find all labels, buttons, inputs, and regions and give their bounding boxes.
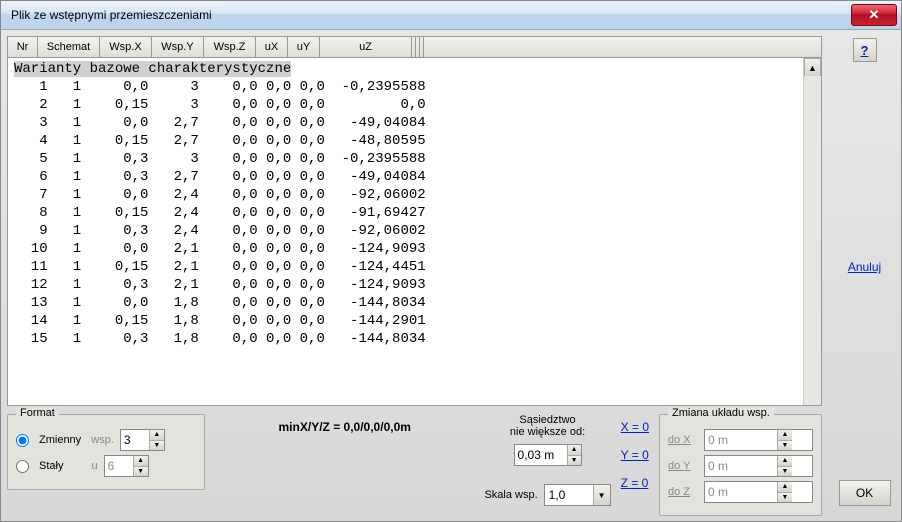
- dropdown-icon[interactable]: ▼: [593, 485, 610, 505]
- doz-input[interactable]: [705, 482, 777, 502]
- dox-label: do X: [668, 434, 698, 446]
- sasiedztwo-l2: nie większe od:: [510, 426, 585, 438]
- u-input[interactable]: [105, 456, 133, 476]
- scroll-up-icon[interactable]: ▲: [804, 58, 821, 76]
- col-schemat[interactable]: Schemat: [38, 37, 100, 57]
- u-label: u: [91, 460, 97, 472]
- zmiana-group: Zmiana układu wsp. do X ▲▼ do Y ▲▼: [659, 414, 822, 516]
- spin-up-icon[interactable]: ▲: [777, 482, 792, 493]
- doy-label: do Y: [668, 460, 698, 472]
- col-wspz[interactable]: Wsp.Z: [204, 37, 256, 57]
- spin-up-icon[interactable]: ▲: [567, 445, 581, 456]
- vertical-scrollbar[interactable]: ▲: [803, 58, 821, 405]
- column-header-row: Nr Schemat Wsp.X Wsp.Y Wsp.Z uX uY uZ: [7, 36, 822, 58]
- y-zero-link[interactable]: Y = 0: [621, 448, 649, 462]
- col-wspx[interactable]: Wsp.X: [100, 37, 152, 57]
- spin-down-icon[interactable]: ▼: [777, 493, 792, 503]
- spin-down-icon[interactable]: ▼: [777, 441, 792, 451]
- sasiedztwo-spinner[interactable]: ▲▼: [514, 444, 582, 466]
- x-zero-link[interactable]: X = 0: [621, 420, 649, 434]
- col-ux[interactable]: uX: [256, 37, 288, 57]
- col-uz[interactable]: uZ: [320, 37, 412, 57]
- skala-input[interactable]: [545, 485, 593, 505]
- doz-spinner[interactable]: ▲▼: [704, 481, 813, 503]
- spin-up-icon[interactable]: ▲: [149, 430, 164, 441]
- zero-links: X = 0 Y = 0 Z = 0: [621, 414, 649, 490]
- z-zero-link[interactable]: Z = 0: [621, 476, 649, 490]
- zmienny-radio[interactable]: [16, 434, 29, 447]
- close-button[interactable]: ✕: [851, 4, 897, 26]
- doy-input[interactable]: [705, 456, 777, 476]
- wsp-input[interactable]: [121, 430, 149, 450]
- zmienny-label: Zmienny: [39, 434, 81, 446]
- skala-label: Skala wsp.: [484, 489, 537, 501]
- data-text[interactable]: Warianty bazowe charakterystyczne 1 1 0,…: [8, 58, 803, 405]
- spin-down-icon[interactable]: ▼: [777, 467, 792, 477]
- titlebar: Plik ze wstępnymi przemieszczeniami ✕: [1, 1, 901, 30]
- close-icon: ✕: [869, 7, 880, 23]
- format-legend: Format: [16, 407, 59, 419]
- wsp-label: wsp.: [91, 434, 114, 446]
- sasiedztwo-l1: Sąsiedztwo: [510, 414, 585, 426]
- wsp-spinner[interactable]: ▲▼: [120, 429, 165, 451]
- spin-down-icon[interactable]: ▼: [133, 467, 148, 477]
- dox-spinner[interactable]: ▲▼: [704, 429, 813, 451]
- col-uy[interactable]: uY: [288, 37, 320, 57]
- skala-combo[interactable]: ▼: [544, 484, 611, 506]
- col-nr[interactable]: Nr: [8, 37, 38, 57]
- staly-radio[interactable]: [16, 460, 29, 473]
- spin-down-icon[interactable]: ▼: [567, 456, 581, 466]
- window-title: Plik ze wstępnymi przemieszczeniami: [5, 8, 851, 22]
- data-area: Warianty bazowe charakterystyczne 1 1 0,…: [7, 58, 822, 406]
- spin-up-icon[interactable]: ▲: [777, 456, 792, 467]
- sasiedztwo-input[interactable]: [515, 445, 567, 465]
- u-spinner[interactable]: ▲▼: [104, 455, 149, 477]
- doz-label: do Z: [668, 486, 698, 498]
- format-group: Format Zmienny wsp. ▲▼ Stały u: [7, 414, 205, 490]
- sasiedztwo-box: Sąsiedztwo nie większe od: ▲▼: [510, 414, 585, 466]
- staly-label: Stały: [39, 460, 63, 472]
- dox-input[interactable]: [705, 430, 777, 450]
- spin-up-icon[interactable]: ▲: [777, 430, 792, 441]
- ok-button[interactable]: OK: [839, 480, 891, 506]
- col-wspy[interactable]: Wsp.Y: [152, 37, 204, 57]
- min-xyz-label: minX/Y/Z = 0,0/0,0/0,0m: [215, 420, 474, 434]
- doy-spinner[interactable]: ▲▼: [704, 455, 813, 477]
- help-button[interactable]: ?: [853, 38, 877, 62]
- anuluj-link[interactable]: Anuluj: [848, 260, 881, 274]
- col-blank: [424, 37, 821, 57]
- zmiana-legend: Zmiana układu wsp.: [668, 407, 774, 419]
- spin-down-icon[interactable]: ▼: [149, 441, 164, 451]
- spin-up-icon[interactable]: ▲: [133, 456, 148, 467]
